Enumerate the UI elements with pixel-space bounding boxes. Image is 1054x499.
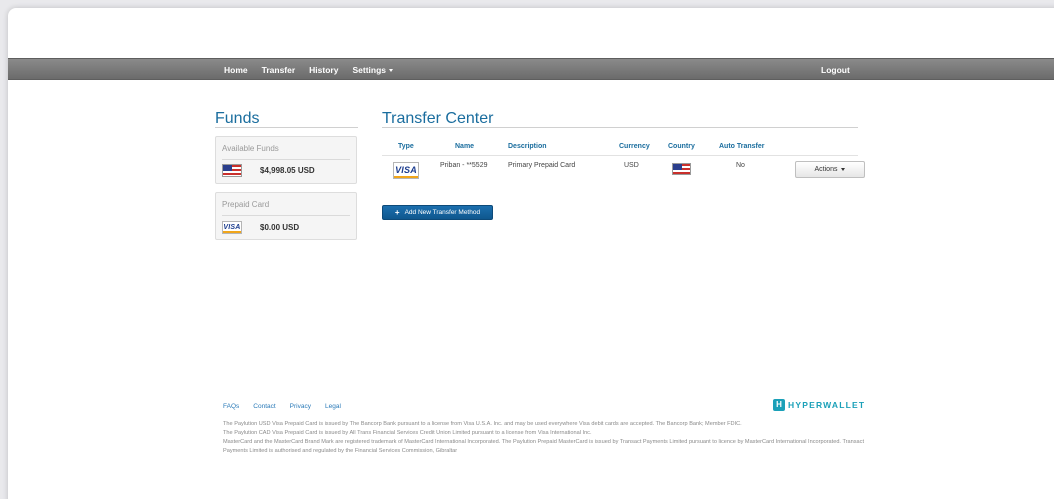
funds-divider [215,127,358,128]
prepaid-card-row: VISA $0.00 USD [222,221,299,234]
actions-dropdown-button[interactable]: Actions [795,161,865,178]
nav-settings-dropdown[interactable]: Settings [352,65,393,75]
available-funds-box: Available Funds $4,998.05 USD [215,136,357,184]
legal-line-usd: The Paylution USD Visa Prepaid Card is i… [223,421,742,427]
transfer-method-currency: USD [624,162,639,169]
chevron-down-icon [389,69,393,73]
transfer-method-description: Primary Prepaid Card [508,162,576,169]
plus-icon: + [394,208,400,217]
visa-card-icon: VISA [393,162,419,179]
footer-links: FAQs Contact Privacy Legal [223,403,355,410]
actions-button-label: Actions [814,166,838,173]
transfer-center-heading: Transfer Center [382,110,494,127]
browser-window: Home Transfer History Settings Logout Fu… [8,8,1054,499]
transfer-method-name: Priban - **5529 [440,162,488,169]
nav-transfer[interactable]: Transfer [262,65,296,75]
card-type-label: VISA [395,165,417,175]
column-header-description: Description [508,143,547,150]
prepaid-card-divider [222,215,350,216]
add-transfer-method-label: Add New Transfer Method [404,209,481,216]
column-header-name: Name [455,143,475,150]
column-header-auto-transfer: Auto Transfer [719,143,765,150]
footer-link-legal[interactable]: Legal [325,403,341,410]
footer-link-privacy[interactable]: Privacy [290,403,311,410]
top-navbar: Home Transfer History Settings Logout [8,58,1054,80]
available-funds-divider [222,159,350,160]
hyperwallet-logo-icon: H [773,399,785,411]
funds-heading: Funds [215,110,260,127]
hyperwallet-logo-text: HYPERWALLET [788,400,866,410]
transfer-method-auto-transfer: No [736,162,745,169]
footer-link-faqs[interactable]: FAQs [223,403,239,410]
footer-link-contact[interactable]: Contact [253,403,275,410]
us-flag-icon [222,164,242,177]
column-header-type: Type [398,143,414,150]
prepaid-card-label: Prepaid Card [222,200,270,209]
hyperwallet-logo: H HYPERWALLET [773,399,865,411]
column-header-country: Country [668,143,695,150]
nav-settings-label: Settings [352,65,386,75]
chevron-down-icon [841,168,846,171]
prepaid-card-box: Prepaid Card VISA $0.00 USD [215,192,357,240]
column-header-currency: Currency [619,143,650,150]
available-funds-row: $4,998.05 USD [222,164,315,177]
available-funds-amount: $4,998.05 USD [260,166,315,175]
transfer-center-divider [382,127,858,128]
table-header-divider [382,155,858,156]
logout-link[interactable]: Logout [821,59,850,81]
us-flag-icon [672,163,691,175]
prepaid-card-amount: $0.00 USD [260,223,300,232]
legal-line-mastercard: MasterCard and the MasterCard Brand Mark… [223,439,864,454]
nav-home[interactable]: Home [224,65,248,75]
available-funds-label: Available Funds [222,144,279,153]
nav-menu: Home Transfer History Settings [224,59,407,81]
legal-line-cad: The Paylution CAD Visa Prepaid Card is i… [223,430,592,436]
nav-history[interactable]: History [309,65,338,75]
add-transfer-method-button[interactable]: + Add New Transfer Method [382,205,493,220]
visa-card-icon: VISA [222,221,242,234]
legal-disclaimer: The Paylution USD Visa Prepaid Card is i… [223,420,868,456]
